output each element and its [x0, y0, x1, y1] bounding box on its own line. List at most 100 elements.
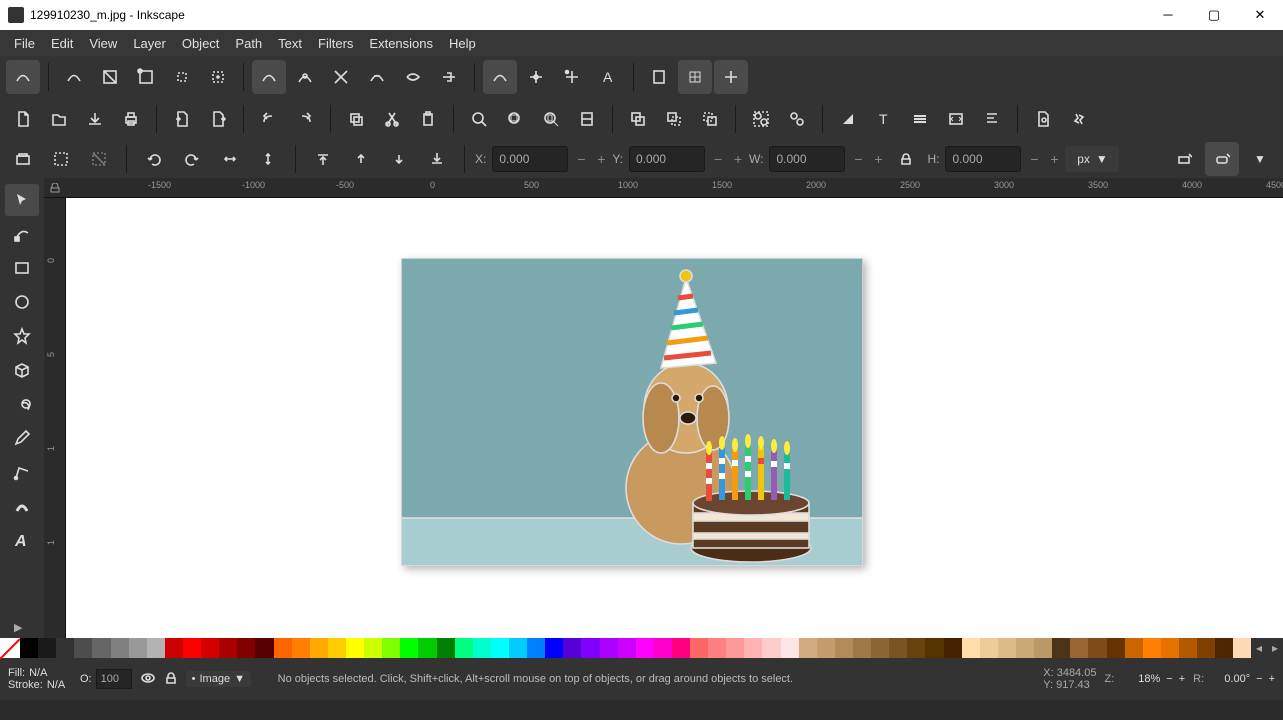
swatch[interactable] [581, 638, 599, 658]
visibility-icon[interactable] [140, 670, 156, 689]
transform-options-button[interactable]: ▼ [1243, 142, 1277, 176]
canvas[interactable] [66, 198, 1283, 638]
swatch[interactable] [274, 638, 292, 658]
swatch[interactable] [455, 638, 473, 658]
snap-bbox-midpoint-button[interactable] [165, 60, 199, 94]
swatch[interactable] [889, 638, 907, 658]
align-dialog-button[interactable] [975, 102, 1009, 136]
palette-scroll-left[interactable]: ◂ [1251, 638, 1267, 658]
text-dialog-button[interactable]: T [867, 102, 901, 136]
rotation-plus-button[interactable]: + [1269, 673, 1275, 685]
swatch[interactable] [364, 638, 382, 658]
snap-node-button[interactable] [252, 60, 286, 94]
swatch[interactable] [219, 638, 237, 658]
swatch[interactable] [1016, 638, 1034, 658]
spiral-tool[interactable] [5, 388, 39, 420]
import-button[interactable] [165, 102, 199, 136]
swatch[interactable] [817, 638, 835, 658]
snap-midpoint-button[interactable] [432, 60, 466, 94]
document-properties-button[interactable] [1026, 102, 1060, 136]
flip-horizontal-button[interactable] [213, 142, 247, 176]
menu-filters[interactable]: Filters [310, 32, 361, 55]
swatch[interactable] [980, 638, 998, 658]
menu-layer[interactable]: Layer [125, 32, 174, 55]
zoom-page-button[interactable] [534, 102, 568, 136]
menu-help[interactable]: Help [441, 32, 484, 55]
snap-intersection-button[interactable] [324, 60, 358, 94]
snap-bbox-corner-button[interactable] [129, 60, 163, 94]
snap-center-button[interactable] [519, 60, 553, 94]
y-minus[interactable]: − [711, 146, 725, 172]
opacity-input[interactable] [96, 669, 132, 689]
swatch[interactable] [165, 638, 183, 658]
swatch[interactable] [237, 638, 255, 658]
swatch[interactable] [74, 638, 92, 658]
3d-box-tool[interactable] [5, 354, 39, 386]
expand-toolbox-button[interactable]: ▶ [14, 621, 22, 634]
rotate-cw-button[interactable] [175, 142, 209, 176]
swatch[interactable] [1179, 638, 1197, 658]
snap-guide-button[interactable] [714, 60, 748, 94]
redo-button[interactable] [288, 102, 322, 136]
lower-button[interactable] [382, 142, 416, 176]
swatch[interactable] [925, 638, 943, 658]
export-button[interactable] [201, 102, 235, 136]
swatch[interactable] [545, 638, 563, 658]
swatch[interactable] [636, 638, 654, 658]
swatch[interactable] [672, 638, 690, 658]
swatch[interactable] [799, 638, 817, 658]
undo-button[interactable] [252, 102, 286, 136]
swatch[interactable] [400, 638, 418, 658]
rotation-minus-button[interactable]: − [1256, 673, 1262, 685]
swatch[interactable] [1034, 638, 1052, 658]
ungroup-button[interactable] [780, 102, 814, 136]
snap-page-border-button[interactable] [642, 60, 676, 94]
h-input[interactable] [945, 146, 1021, 172]
lower-bottom-button[interactable] [420, 142, 454, 176]
swatch[interactable] [762, 638, 780, 658]
swatch[interactable] [907, 638, 925, 658]
swatch[interactable] [111, 638, 129, 658]
unlink-clone-button[interactable] [693, 102, 727, 136]
swatch[interactable] [310, 638, 328, 658]
swatch[interactable] [382, 638, 400, 658]
swatch[interactable] [781, 638, 799, 658]
swatch[interactable] [491, 638, 509, 658]
clone-button[interactable] [657, 102, 691, 136]
y-plus[interactable]: + [731, 146, 745, 172]
select-tool[interactable] [5, 184, 39, 216]
new-document-button[interactable] [6, 102, 40, 136]
x-plus[interactable]: + [594, 146, 608, 172]
lock-ratio-button[interactable] [889, 142, 923, 176]
swatch[interactable] [654, 638, 672, 658]
swatch[interactable] [473, 638, 491, 658]
swatch[interactable] [853, 638, 871, 658]
menu-file[interactable]: File [6, 32, 43, 55]
w-plus[interactable]: + [871, 146, 885, 172]
text-tool[interactable]: A [5, 524, 39, 556]
ruler-lock-icon[interactable] [44, 178, 66, 198]
h-plus[interactable]: + [1047, 146, 1061, 172]
zoom-in-button[interactable]: + [1179, 673, 1185, 685]
raise-button[interactable] [344, 142, 378, 176]
pencil-tool[interactable] [5, 422, 39, 454]
select-all-layers-button[interactable] [6, 142, 40, 176]
swatch[interactable] [20, 638, 38, 658]
flip-vertical-button[interactable] [251, 142, 285, 176]
x-input[interactable] [492, 146, 568, 172]
swatch[interactable] [726, 638, 744, 658]
group-button[interactable] [744, 102, 778, 136]
deselect-button[interactable] [82, 142, 116, 176]
vertical-ruler[interactable]: 0511 [44, 198, 66, 638]
select-all-button[interactable] [44, 142, 78, 176]
swatch[interactable] [292, 638, 310, 658]
swatch[interactable] [92, 638, 110, 658]
swatch[interactable] [418, 638, 436, 658]
swatch[interactable] [509, 638, 527, 658]
paste-button[interactable] [411, 102, 445, 136]
snap-text-baseline-button[interactable]: A [591, 60, 625, 94]
swatch[interactable] [1052, 638, 1070, 658]
bezier-tool[interactable] [5, 456, 39, 488]
swatch[interactable] [690, 638, 708, 658]
snap-bbox-center-button[interactable] [201, 60, 235, 94]
